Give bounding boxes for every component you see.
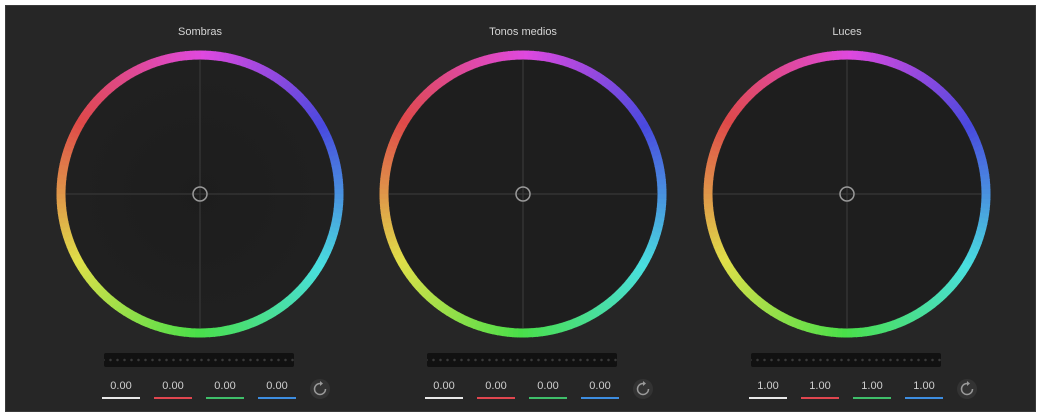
reset-button[interactable]: [310, 379, 330, 399]
value-label: 0.00: [537, 380, 559, 392]
value-row: 0.00 0.00 0.00 0.00: [102, 379, 332, 406]
value-b[interactable]: 0.00: [581, 380, 619, 399]
channel-underline: [425, 397, 463, 399]
value-label: 0.00: [214, 380, 236, 392]
value-label: 0.00: [162, 380, 184, 392]
reset-icon: [636, 381, 650, 396]
wheel-title: Tonos medios: [489, 26, 557, 38]
wheel-title: Luces: [832, 26, 862, 38]
color-wheel[interactable]: [701, 48, 993, 340]
value-row: 0.00 0.00 0.00 0.00: [425, 379, 655, 406]
value-y[interactable]: 1.00: [749, 380, 787, 399]
color-wheel[interactable]: [54, 48, 346, 340]
channel-underline: [529, 397, 567, 399]
value-label: 0.00: [433, 380, 455, 392]
wheel-highlights: Luces 1.00 1.00 1.00 1.00: [653, 6, 991, 411]
value-r[interactable]: 0.00: [477, 380, 515, 399]
color-wheel[interactable]: [377, 48, 669, 340]
value-b[interactable]: 0.00: [258, 380, 296, 399]
value-y[interactable]: 0.00: [425, 380, 463, 399]
value-label: 1.00: [913, 380, 935, 392]
value-label: 1.00: [809, 380, 831, 392]
channel-underline: [749, 397, 787, 399]
value-label: 0.00: [266, 380, 288, 392]
channel-underline: [581, 397, 619, 399]
value-b[interactable]: 1.00: [905, 380, 943, 399]
wheel-shadows: Sombras 0.00 0.00 0.00 0.00: [6, 6, 344, 411]
value-label: 1.00: [861, 380, 883, 392]
master-wheel-slider[interactable]: [427, 353, 617, 367]
channel-underline: [853, 397, 891, 399]
master-wheel-slider[interactable]: [104, 353, 294, 367]
channel-underline: [258, 397, 296, 399]
value-g[interactable]: 0.00: [529, 380, 567, 399]
channel-underline: [154, 397, 192, 399]
value-g[interactable]: 0.00: [206, 380, 244, 399]
wheel-title: Sombras: [177, 26, 223, 38]
value-label: 0.00: [110, 380, 132, 392]
channel-underline: [206, 397, 244, 399]
value-label: 0.00: [485, 380, 507, 392]
value-r[interactable]: 0.00: [154, 380, 192, 399]
color-wheels-panel: Sombras 0.00 0.00 0.00 0.00 Tonos medios…: [5, 5, 1036, 412]
channel-underline: [477, 397, 515, 399]
channel-underline: [905, 397, 943, 399]
value-r[interactable]: 1.00: [801, 380, 839, 399]
master-wheel-slider[interactable]: [751, 353, 941, 367]
channel-underline: [801, 397, 839, 399]
wheel-midtones: Tonos medios 0.00 0.00 0.00 0.00: [329, 6, 667, 411]
value-g[interactable]: 1.00: [853, 380, 891, 399]
reset-icon: [960, 381, 974, 396]
reset-button[interactable]: [633, 379, 653, 399]
value-y[interactable]: 0.00: [102, 380, 140, 399]
reset-icon: [313, 381, 327, 396]
channel-underline: [102, 397, 140, 399]
value-label: 0.00: [589, 380, 611, 392]
value-label: 1.00: [757, 380, 779, 392]
reset-button[interactable]: [957, 379, 977, 399]
value-row: 1.00 1.00 1.00 1.00: [749, 379, 979, 406]
